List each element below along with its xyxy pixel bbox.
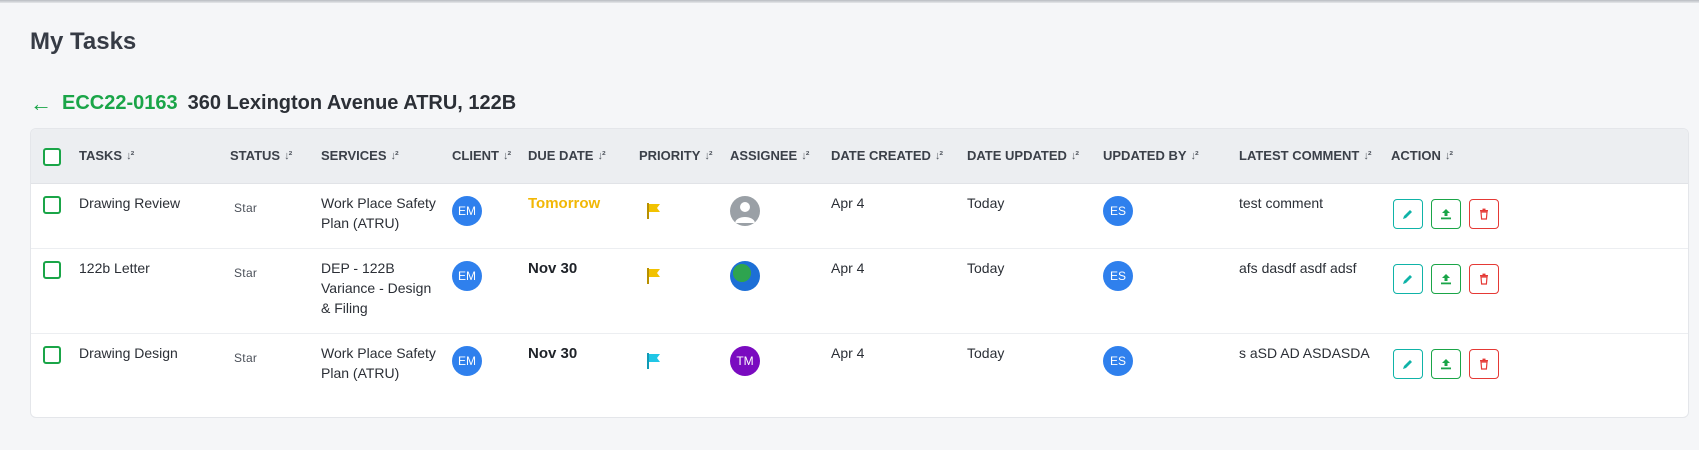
sort-icon[interactable]: ↓² bbox=[597, 150, 605, 162]
page-title: My Tasks bbox=[30, 28, 137, 55]
top-bar-shadow bbox=[0, 0, 1699, 3]
select-all-checkbox[interactable] bbox=[43, 148, 61, 166]
column-header-client[interactable]: CLIENT ↓² bbox=[452, 148, 511, 163]
task-name[interactable]: Drawing Design bbox=[79, 343, 178, 363]
table-row[interactable]: Drawing Design Star Work Place Safety Pl… bbox=[31, 334, 1688, 402]
column-header-date-updated[interactable]: DATE UPDATED ↓² bbox=[967, 148, 1079, 163]
date-created: Apr 4 bbox=[831, 345, 865, 361]
row-checkbox[interactable] bbox=[43, 196, 61, 214]
upload-button[interactable] bbox=[1431, 264, 1461, 294]
sort-icon[interactable]: ↓² bbox=[935, 150, 943, 162]
date-updated: Today bbox=[967, 345, 1005, 361]
latest-comment: afs dasdf asdf adsf bbox=[1239, 260, 1357, 276]
client-avatar[interactable]: EM bbox=[452, 346, 482, 376]
column-header-latest-comment[interactable]: LATEST COMMENT ↓² bbox=[1239, 148, 1372, 163]
sort-icon[interactable]: ↓² bbox=[503, 150, 511, 162]
table-header: TASKS ↓² STATUS ↓² SERVICES ↓² CLIENT ↓² DUE… bbox=[31, 129, 1688, 184]
service-line: Work Place Safety bbox=[321, 345, 436, 361]
upload-icon bbox=[1441, 359, 1451, 370]
pencil-icon bbox=[1403, 360, 1412, 369]
status-text: Star bbox=[234, 351, 258, 365]
sort-icon[interactable]: ↓² bbox=[1191, 150, 1199, 162]
upload-button[interactable] bbox=[1431, 349, 1461, 379]
due-date: Nov 30 bbox=[528, 260, 578, 277]
yellow-flag-icon[interactable] bbox=[645, 202, 663, 220]
service-name: DEP - 122B Variance - Design & Filing bbox=[321, 258, 441, 318]
tasks-table: TASKS ↓² STATUS ↓² SERVICES ↓² CLIENT ↓² DUE… bbox=[30, 128, 1689, 418]
task-name[interactable]: 122b Letter bbox=[79, 258, 150, 278]
upload-button[interactable] bbox=[1431, 199, 1461, 229]
project-name: 360 Lexington Avenue ATRU, 122B bbox=[187, 92, 517, 114]
sort-icon[interactable]: ↓² bbox=[126, 150, 134, 162]
back-arrow-icon[interactable]: ← bbox=[30, 92, 52, 115]
default-user-avatar[interactable] bbox=[730, 196, 760, 226]
column-header-assignee[interactable]: ASSIGNEE ↓² bbox=[730, 148, 809, 163]
sort-icon[interactable]: ↓² bbox=[704, 150, 712, 162]
user-silhouette-icon bbox=[735, 202, 755, 223]
date-created: Apr 4 bbox=[831, 260, 865, 276]
column-header-status[interactable]: STATUS ↓² bbox=[230, 148, 292, 163]
updated-by-avatar[interactable]: ES bbox=[1103, 261, 1133, 291]
pencil-icon bbox=[1403, 275, 1412, 284]
delete-button[interactable] bbox=[1469, 264, 1499, 294]
updated-by-avatar[interactable]: ES bbox=[1103, 196, 1133, 226]
service-line: & Filing bbox=[321, 300, 368, 316]
column-header-due-date[interactable]: DUE DATE ↓² bbox=[528, 148, 606, 163]
latest-comment: test comment bbox=[1239, 195, 1324, 211]
cyan-flag-icon[interactable] bbox=[645, 352, 663, 370]
due-date: Tomorrow bbox=[528, 195, 601, 212]
sort-icon[interactable]: ↓² bbox=[1363, 150, 1371, 162]
column-header-updated-by[interactable]: UPDATED BY ↓² bbox=[1103, 148, 1199, 163]
status-text: Star bbox=[234, 266, 258, 280]
upload-icon bbox=[1441, 209, 1451, 220]
edit-button[interactable] bbox=[1393, 349, 1423, 379]
trash-icon bbox=[1480, 208, 1488, 220]
edit-button[interactable] bbox=[1393, 264, 1423, 294]
upload-icon bbox=[1441, 274, 1451, 285]
column-header-date-created[interactable]: DATE CREATED ↓² bbox=[831, 148, 943, 163]
due-date: Nov 30 bbox=[528, 345, 578, 362]
client-avatar[interactable]: EM bbox=[452, 196, 482, 226]
status-text: Star bbox=[234, 201, 258, 215]
task-name[interactable]: Drawing Review bbox=[79, 193, 180, 213]
delete-button[interactable] bbox=[1469, 199, 1499, 229]
updated-by-avatar[interactable]: ES bbox=[1103, 346, 1133, 376]
sort-icon[interactable]: ↓² bbox=[284, 150, 292, 162]
assignee-avatar[interactable]: TM bbox=[730, 346, 760, 376]
row-checkbox[interactable] bbox=[43, 261, 61, 279]
date-updated: Today bbox=[967, 195, 1005, 211]
sort-icon[interactable]: ↓² bbox=[1445, 150, 1453, 162]
date-created: Apr 4 bbox=[831, 195, 865, 211]
service-name: Work Place Safety Plan (ATRU) bbox=[321, 193, 441, 233]
sort-icon[interactable]: ↓² bbox=[391, 150, 399, 162]
row-checkbox[interactable] bbox=[43, 346, 61, 364]
column-header-priority[interactable]: PRIORITY ↓² bbox=[639, 148, 713, 163]
trash-icon bbox=[1480, 358, 1488, 370]
delete-button[interactable] bbox=[1469, 349, 1499, 379]
column-header-tasks[interactable]: TASKS ↓² bbox=[79, 148, 134, 163]
date-updated: Today bbox=[967, 260, 1005, 276]
column-header-services[interactable]: SERVICES ↓² bbox=[321, 148, 399, 163]
sort-icon[interactable]: ↓² bbox=[801, 150, 809, 162]
service-line: Work Place Safety bbox=[321, 195, 436, 211]
service-name: Work Place Safety Plan (ATRU) bbox=[321, 343, 441, 383]
project-header: ← ECC22-0163 360 Lexington Avenue ATRU, … bbox=[30, 92, 516, 115]
service-line: DEP - 122B bbox=[321, 260, 395, 276]
yellow-flag-icon[interactable] bbox=[645, 267, 663, 285]
table-row[interactable]: Drawing Review Star Work Place Safety Pl… bbox=[31, 184, 1688, 249]
service-line: Plan (ATRU) bbox=[321, 215, 400, 231]
client-avatar[interactable]: EM bbox=[452, 261, 482, 291]
sort-icon[interactable]: ↓² bbox=[1071, 150, 1079, 162]
globe-avatar[interactable] bbox=[730, 261, 760, 291]
latest-comment: s aSD AD ASDASDA bbox=[1239, 345, 1370, 361]
service-line: Plan (ATRU) bbox=[321, 365, 400, 381]
trash-icon bbox=[1480, 273, 1488, 285]
pencil-icon bbox=[1403, 210, 1412, 219]
service-line: Variance - Design bbox=[321, 280, 432, 296]
column-header-action[interactable]: ACTION ↓² bbox=[1391, 148, 1453, 163]
project-code[interactable]: ECC22-0163 bbox=[62, 92, 178, 115]
table-row[interactable]: 122b Letter Star DEP - 122B Variance - D… bbox=[31, 249, 1688, 334]
edit-button[interactable] bbox=[1393, 199, 1423, 229]
